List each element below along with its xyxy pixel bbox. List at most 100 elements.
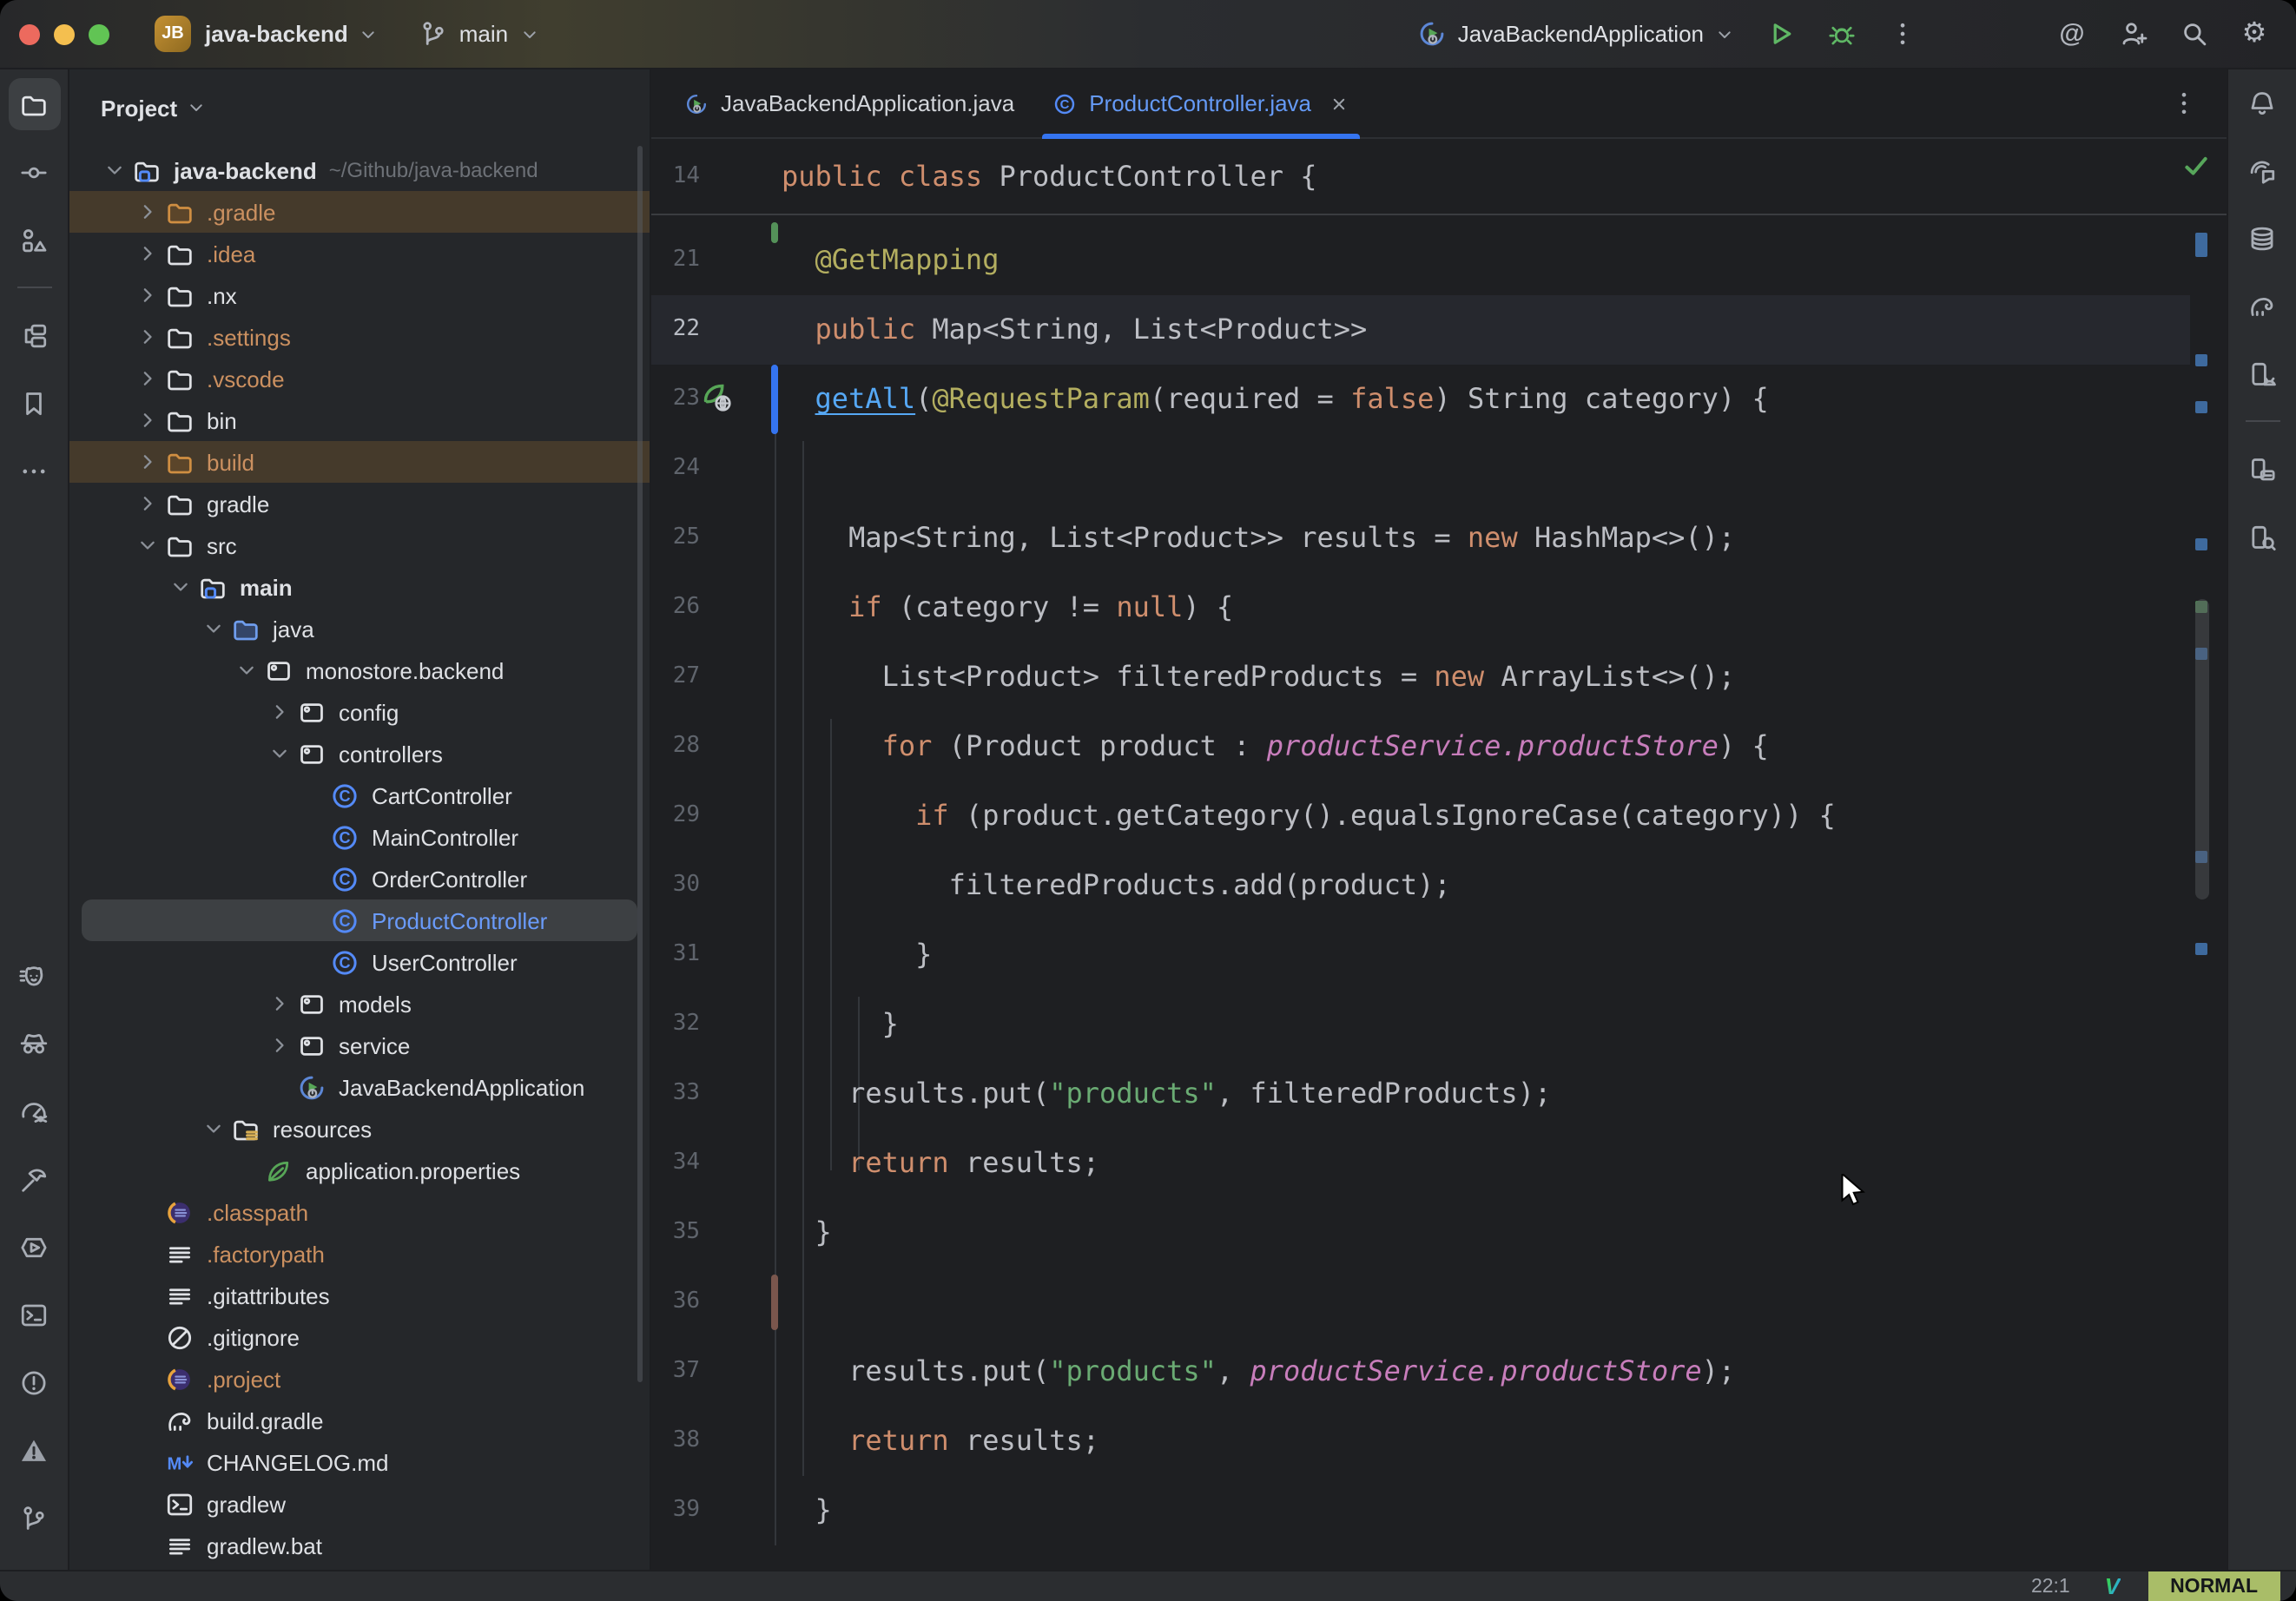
- tree-item-.gitignore[interactable]: .gitignore: [69, 1316, 650, 1358]
- tree-item-.factorypath[interactable]: .factorypath: [69, 1233, 650, 1275]
- change-stripe-mark[interactable]: [2195, 943, 2207, 955]
- tree-item-bin[interactable]: bin: [69, 399, 650, 441]
- chevron-right-icon[interactable]: [130, 491, 165, 516]
- chevron-down-icon[interactable]: [229, 658, 264, 682]
- hierarchy-icon[interactable]: [8, 309, 60, 361]
- copilot-icon[interactable]: [8, 950, 60, 1002]
- chevron-right-icon[interactable]: [130, 366, 165, 391]
- ai-assistant-icon[interactable]: [2236, 144, 2288, 196]
- warning-icon[interactable]: [8, 1424, 60, 1476]
- close-tab-icon[interactable]: [1329, 93, 1349, 114]
- commit-icon[interactable]: [8, 146, 60, 198]
- chevron-right-icon[interactable]: [130, 241, 165, 266]
- tree-item-.project[interactable]: .project: [69, 1358, 650, 1400]
- tree-item-.vscode[interactable]: .vscode: [69, 358, 650, 399]
- editor-tab-JavaBackendApplication.java[interactable]: JavaBackendApplication.java: [665, 69, 1033, 137]
- structure-icon[interactable]: [8, 214, 60, 266]
- tree-item-controllers[interactable]: controllers: [69, 733, 650, 774]
- notifications-icon[interactable]: [2236, 76, 2288, 128]
- debug-button[interactable]: [1825, 18, 1857, 49]
- database-icon[interactable]: [2236, 212, 2288, 264]
- tree-item-java[interactable]: java: [69, 608, 650, 649]
- tab-list-kebab-icon[interactable]: [2169, 89, 2199, 118]
- android-icon[interactable]: [2236, 347, 2288, 399]
- more-icon[interactable]: [8, 445, 60, 497]
- more-actions-button[interactable]: [1886, 18, 1917, 49]
- maximize-window-button[interactable]: [89, 23, 109, 44]
- request-mapping-gutter-icon[interactable]: [700, 380, 735, 415]
- tree-item-main[interactable]: main: [69, 566, 650, 608]
- tree-item-ProductController[interactable]: CProductController: [82, 899, 637, 941]
- chevron-right-icon[interactable]: [130, 325, 165, 349]
- tree-item-service[interactable]: service: [69, 1025, 650, 1066]
- caret-position[interactable]: 22:1: [2031, 1576, 2070, 1597]
- chevron-down-icon[interactable]: [163, 575, 198, 599]
- change-stripe-mark[interactable]: [2195, 233, 2207, 257]
- device-explorer-icon[interactable]: [2236, 511, 2288, 563]
- terminal-icon[interactable]: [8, 1288, 60, 1341]
- tree-item-.nx[interactable]: .nx: [69, 274, 650, 316]
- tree-item-MainController[interactable]: CMainController: [69, 816, 650, 858]
- inspection-ok-icon[interactable]: [2181, 151, 2211, 181]
- problems-icon[interactable]: [8, 1356, 60, 1408]
- tree-item-java-backend[interactable]: java-backend~/Github/java-backend: [69, 149, 650, 191]
- chevron-right-icon[interactable]: [262, 992, 297, 1016]
- tree-item-.gitattributes[interactable]: .gitattributes: [69, 1275, 650, 1316]
- bookmarks-icon[interactable]: [8, 377, 60, 429]
- tree-item-.classpath[interactable]: .classpath: [69, 1191, 650, 1233]
- close-window-button[interactable]: [19, 23, 40, 44]
- branch-switcher[interactable]: main: [418, 18, 539, 49]
- ideavim-icon[interactable]: V: [2105, 1573, 2120, 1599]
- tree-item-build[interactable]: build: [69, 441, 650, 483]
- chevron-right-icon[interactable]: [130, 283, 165, 307]
- chevron-right-icon[interactable]: [130, 408, 165, 432]
- running-devices-icon[interactable]: [2236, 443, 2288, 495]
- project-icon[interactable]: [8, 78, 60, 130]
- tree-item-.settings[interactable]: .settings: [69, 316, 650, 358]
- chevron-down-icon[interactable]: [97, 158, 132, 182]
- tree-item-build.gradle[interactable]: build.gradle: [69, 1400, 650, 1441]
- tree-item-CHANGELOG.md[interactable]: MCHANGELOG.md: [69, 1441, 650, 1483]
- chevron-down-icon[interactable]: [262, 741, 297, 766]
- change-stripe-mark[interactable]: [2195, 401, 2207, 413]
- tree-item-.gradle[interactable]: .gradle: [69, 191, 650, 233]
- chevron-right-icon[interactable]: [262, 1033, 297, 1057]
- tree-item-CartController[interactable]: CCartController: [69, 774, 650, 816]
- chevron-down-icon[interactable]: [196, 616, 231, 641]
- profiler-icon[interactable]: [8, 1085, 60, 1137]
- code-area[interactable]: 21 @GetMapping22 public Map<String, List…: [651, 215, 2227, 1570]
- chevron-right-icon[interactable]: [262, 700, 297, 724]
- tree-item-UserController[interactable]: CUserController: [69, 941, 650, 983]
- project-panel-header[interactable]: Project: [69, 69, 650, 146]
- tree-item-config[interactable]: config: [69, 691, 650, 733]
- chevron-down-icon[interactable]: [130, 533, 165, 557]
- change-stripe-mark[interactable]: [2195, 538, 2207, 550]
- tree-item-gradlew[interactable]: gradlew: [69, 1483, 650, 1525]
- tree-item-.idea[interactable]: .idea: [69, 233, 650, 274]
- project-switcher[interactable]: java-backend: [205, 21, 379, 47]
- chevron-down-icon[interactable]: [196, 1117, 231, 1141]
- tree-item-gradlew.bat[interactable]: gradlew.bat: [69, 1525, 650, 1566]
- services-icon[interactable]: [8, 1221, 60, 1273]
- tree-item-OrderController[interactable]: COrderController: [69, 858, 650, 899]
- chevron-right-icon[interactable]: [130, 200, 165, 224]
- run-button[interactable]: [1765, 18, 1796, 49]
- build-icon[interactable]: [8, 1153, 60, 1205]
- tree-item-gradle[interactable]: gradle: [69, 483, 650, 524]
- ai-assistant-icon[interactable]: @: [2056, 18, 2088, 49]
- tree-item-resources[interactable]: resources: [69, 1108, 650, 1150]
- chevron-right-icon[interactable]: [130, 450, 165, 474]
- editor-tab-ProductController.java[interactable]: CProductController.java: [1033, 69, 1369, 137]
- change-stripe-mark[interactable]: [2195, 354, 2207, 366]
- incognito-icon[interactable]: [8, 1018, 60, 1070]
- tree-item-JavaBackendApplication[interactable]: JavaBackendApplication: [69, 1066, 650, 1108]
- git-icon[interactable]: [8, 1492, 60, 1544]
- tree-item-models[interactable]: models: [69, 983, 650, 1025]
- settings-gear-icon[interactable]: ⚙: [2239, 18, 2270, 49]
- tree-item-monostore.backend[interactable]: monostore.backend: [69, 649, 650, 691]
- editor-scrollbar[interactable]: [2195, 599, 2209, 899]
- add-user-icon[interactable]: [2117, 18, 2148, 49]
- tree-scrollbar[interactable]: [637, 146, 643, 1382]
- gradle-icon[interactable]: [2236, 280, 2288, 332]
- search-icon[interactable]: [2178, 18, 2209, 49]
